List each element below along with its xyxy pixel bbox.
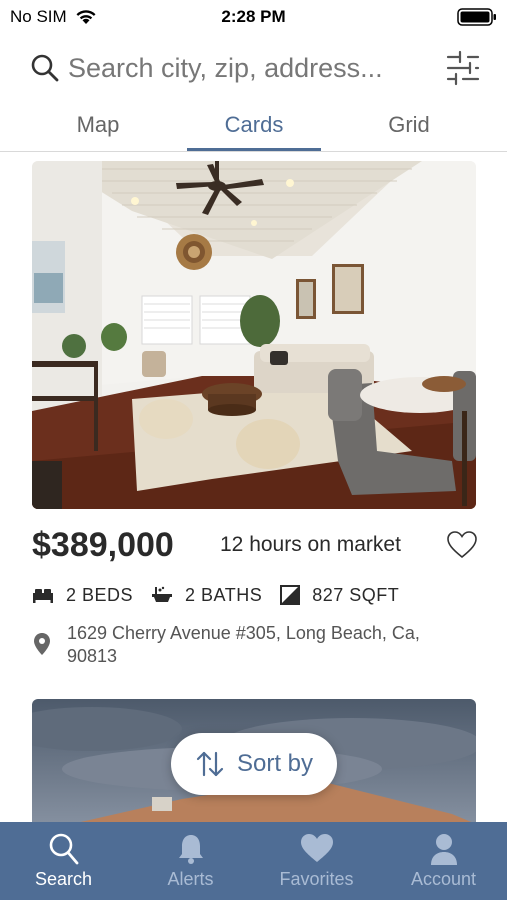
beds-feature: 2 BEDS — [32, 585, 133, 606]
beds-count: 2 BEDS — [66, 584, 134, 605]
filter-sliders-icon[interactable] — [446, 50, 480, 86]
listing-price-row: $389,000 12 hours on market — [32, 526, 478, 566]
battery-icon — [457, 8, 496, 26]
tabbar-account-label: Account — [410, 869, 477, 889]
tabbar-favorites-label: Favorites — [279, 869, 354, 889]
tabbar-alerts[interactable]: Alerts — [127, 822, 254, 900]
listing-price: $389,000 — [32, 526, 174, 564]
heart-icon — [300, 834, 333, 862]
active-tab-indicator — [187, 148, 321, 151]
status-bar: No SIM 2:28 PM — [0, 0, 507, 34]
search-icon — [49, 833, 78, 865]
tabbar-search[interactable]: Search — [0, 822, 127, 900]
tabbar-search-label: Search — [34, 869, 93, 889]
person-icon — [430, 834, 457, 865]
tabbar-alerts-label: Alerts — [167, 869, 214, 889]
baths-count: 2 BATHS — [185, 584, 263, 605]
listing-address: 1629 Cherry Avenue #305, Long Beach, Ca,… — [32, 622, 472, 668]
tab-grid[interactable]: Grid — [354, 112, 464, 138]
tab-cards[interactable]: Cards — [199, 112, 309, 138]
square-footage-icon — [280, 585, 301, 605]
tab-map[interactable]: Map — [43, 112, 153, 138]
listing-photo[interactable] — [32, 161, 476, 509]
time-on-market: 12 hours on market — [220, 533, 401, 556]
search-input[interactable] — [68, 52, 423, 84]
address-text: 1629 Cherry Avenue #305, Long Beach, Ca,… — [67, 623, 420, 666]
clock: 2:28 PM — [221, 7, 286, 26]
search-bar — [30, 46, 480, 90]
search-icon — [31, 54, 59, 82]
bathtub-icon — [152, 586, 173, 602]
bell-icon — [178, 835, 203, 864]
listing-features: 2 BEDS 2 BATHS 827 SQFT — [32, 582, 417, 608]
sort-arrows-icon — [196, 751, 224, 777]
location-pin-icon — [34, 633, 50, 655]
sort-by-button[interactable]: Sort by — [171, 733, 337, 795]
sort-by-label: Sort by — [236, 750, 314, 777]
sqft-feature: 827 SQFT — [280, 585, 399, 606]
sqft-value: 827 SQFT — [312, 584, 400, 605]
baths-feature: 2 BATHS — [151, 585, 262, 606]
view-tabs: Map Cards Grid — [0, 104, 507, 152]
favorite-heart-icon[interactable] — [446, 530, 478, 560]
living-room-photo — [32, 161, 476, 509]
bed-icon — [33, 589, 53, 603]
tabbar-favorites[interactable]: Favorites — [253, 822, 380, 900]
bottom-tab-bar: Search Alerts Favorites Account — [0, 822, 507, 900]
tabbar-account[interactable]: Account — [380, 822, 507, 900]
